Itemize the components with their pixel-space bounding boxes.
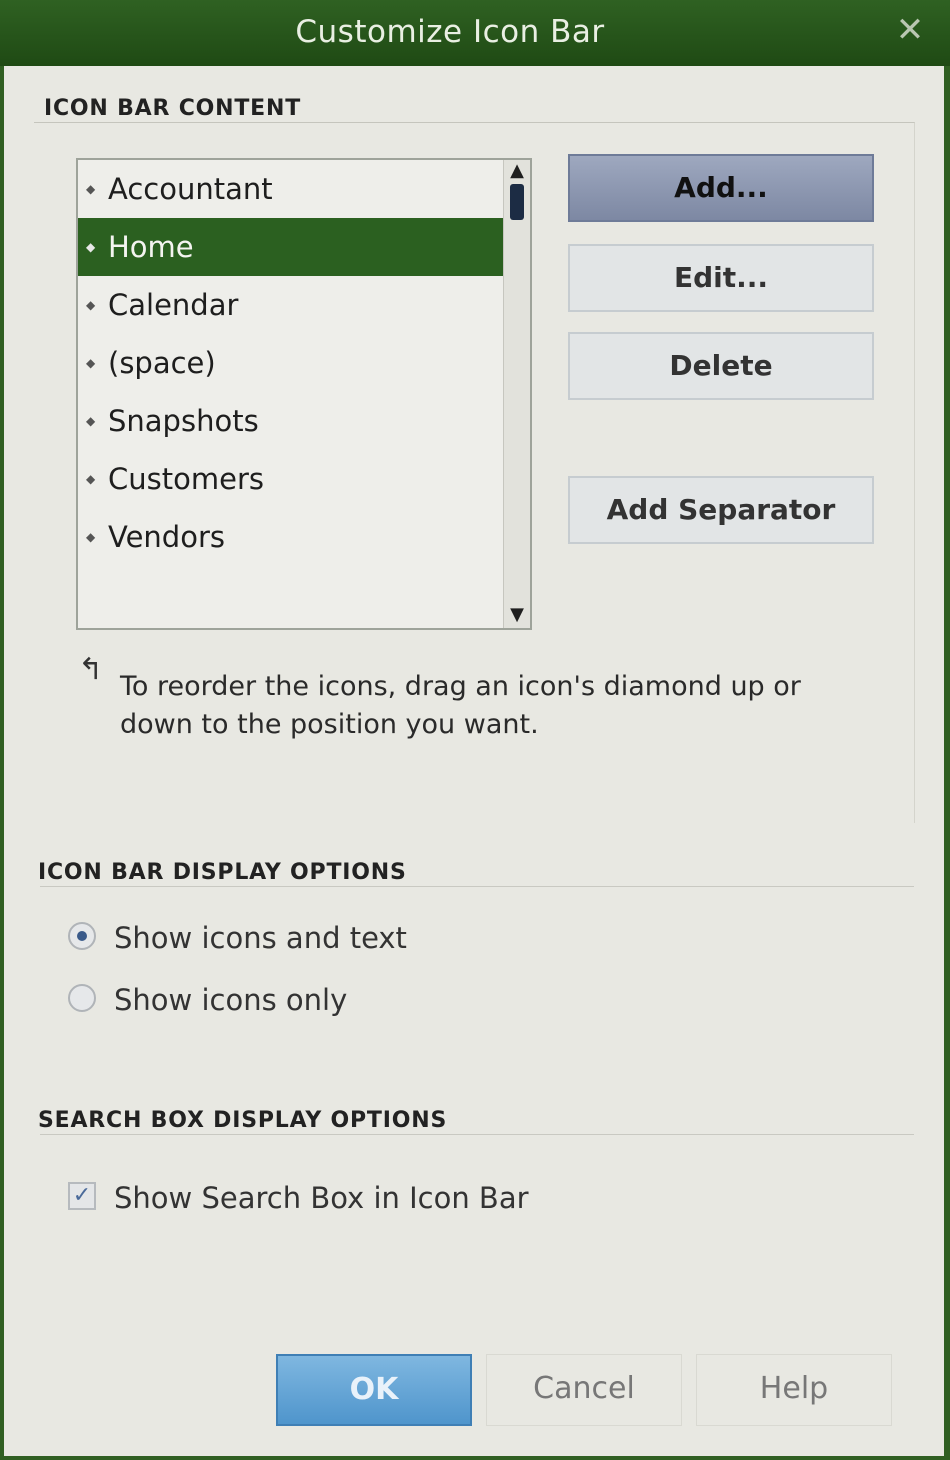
list-item-label: Vendors <box>108 520 225 554</box>
list-item-label: (space) <box>108 346 216 380</box>
drag-diamond-icon[interactable]: ◆ <box>86 334 102 392</box>
list-scrollbar[interactable]: ▲ ▼ <box>503 160 530 628</box>
add-button[interactable]: Add... <box>568 154 874 222</box>
drag-diamond-icon[interactable]: ◆ <box>86 392 102 450</box>
drag-diamond-icon[interactable]: ◆ <box>86 160 102 218</box>
show-icons-and-text-radio[interactable] <box>68 922 96 950</box>
dialog-title: Customize Icon Bar <box>295 14 605 50</box>
cancel-button[interactable]: Cancel <box>486 1354 682 1426</box>
list-item[interactable]: ◆ Calendar <box>78 276 504 334</box>
add-separator-button[interactable]: Add Separator <box>568 476 874 544</box>
drag-diamond-icon[interactable]: ◆ <box>86 218 102 276</box>
dialog-body: ICON BAR CONTENT ◆ Accountant ◆ Home ◆ Calend… <box>4 66 944 1456</box>
scroll-down-icon[interactable]: ▼ <box>504 604 530 626</box>
icon-list[interactable]: ◆ Accountant ◆ Home ◆ Calendar ◆ (space) ◆ Snapsh… <box>76 158 532 630</box>
close-icon[interactable]: ✕ <box>890 10 930 50</box>
reorder-arrow-icon: ↰ <box>78 652 104 687</box>
title-bar[interactable]: Customize Icon Bar ✕ <box>0 0 950 66</box>
list-item[interactable]: ◆ Vendors <box>78 508 504 566</box>
radio-selected-dot <box>77 931 87 941</box>
list-item-label: Home <box>108 230 194 264</box>
show-search-box-label[interactable]: Show Search Box in Icon Bar <box>114 1178 529 1218</box>
ok-button[interactable]: OK <box>276 1354 472 1426</box>
edit-button[interactable]: Edit... <box>568 244 874 312</box>
drag-diamond-icon[interactable]: ◆ <box>86 508 102 566</box>
list-item[interactable]: ◆ Customers <box>78 450 504 508</box>
scroll-up-icon[interactable]: ▲ <box>504 160 530 182</box>
list-item-label: Customers <box>108 462 264 496</box>
icon-bar-content-legend: ICON BAR CONTENT <box>44 96 310 121</box>
help-button[interactable]: Help <box>696 1354 892 1426</box>
display-options-legend: ICON BAR DISPLAY OPTIONS <box>38 860 415 885</box>
search-options-legend: SEARCH BOX DISPLAY OPTIONS <box>38 1108 456 1133</box>
list-item-label: Accountant <box>108 172 273 206</box>
drag-diamond-icon[interactable]: ◆ <box>86 276 102 334</box>
list-item-label: Snapshots <box>108 404 259 438</box>
show-icons-and-text-label[interactable]: Show icons and text <box>114 918 407 958</box>
search-options-divider <box>40 1134 914 1135</box>
list-item[interactable]: ◆ Snapshots <box>78 392 504 450</box>
show-icons-only-radio[interactable] <box>68 984 96 1012</box>
show-icons-only-label[interactable]: Show icons only <box>114 980 347 1020</box>
list-item-label: Calendar <box>108 288 239 322</box>
reorder-hint: To reorder the icons, drag an icon's dia… <box>120 671 801 740</box>
list-item[interactable]: ◆ (space) <box>78 334 504 392</box>
customize-icon-bar-dialog: Customize Icon Bar ✕ ICON BAR CONTENT ◆ A… <box>0 0 950 1460</box>
drag-diamond-icon[interactable]: ◆ <box>86 450 102 508</box>
scroll-thumb[interactable] <box>510 184 524 220</box>
display-options-divider <box>40 886 914 887</box>
show-search-box-checkbox[interactable]: ✓ <box>68 1182 96 1210</box>
list-item[interactable]: ◆ Accountant <box>78 160 504 218</box>
delete-button[interactable]: Delete <box>568 332 874 400</box>
list-item[interactable]: ◆ Home <box>78 218 504 276</box>
